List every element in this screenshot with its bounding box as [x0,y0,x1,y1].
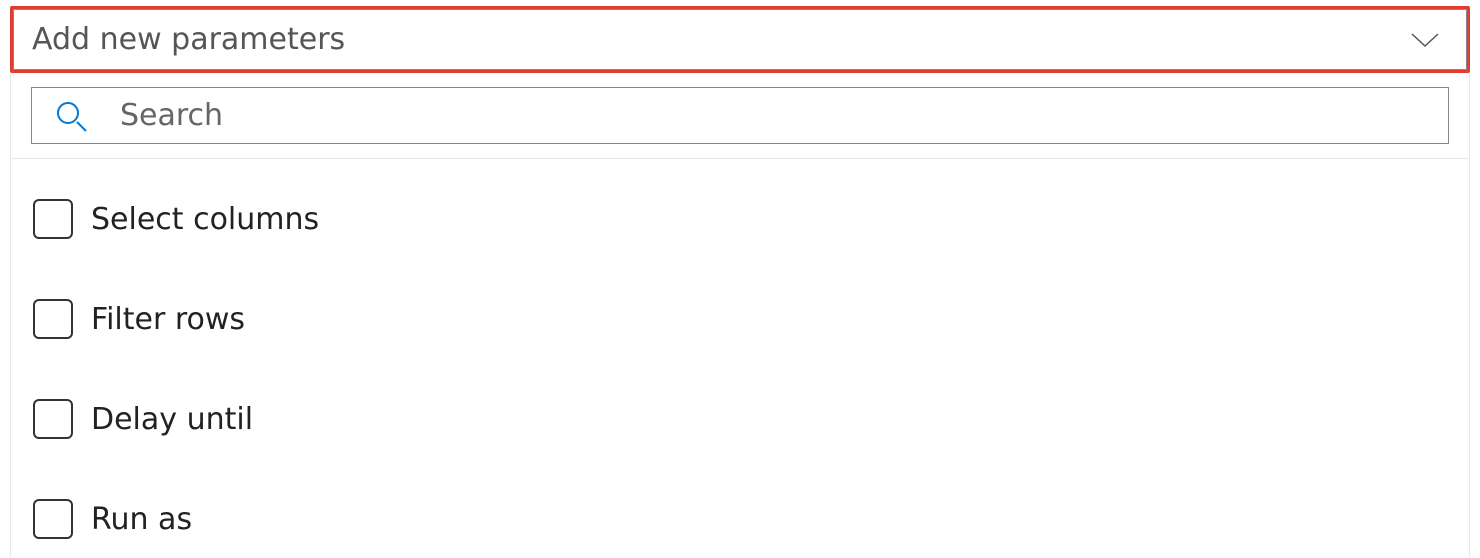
option-filter-rows[interactable]: Filter rows [31,287,1449,351]
add-new-parameters-dropdown[interactable]: Add new parameters [13,9,1467,70]
option-label: Run as [91,502,192,537]
option-list: Select columns Filter rows Delay until R… [31,169,1449,551]
option-select-columns[interactable]: Select columns [31,187,1449,251]
add-new-parameters-dropdown-highlight: Add new parameters [10,6,1470,73]
checkbox-filter-rows[interactable] [33,299,73,339]
checkbox-select-columns[interactable] [33,199,73,239]
search-box[interactable] [31,87,1449,144]
option-label: Select columns [91,202,319,237]
search-input[interactable] [120,98,1426,133]
search-icon [54,99,88,133]
checkbox-run-as[interactable] [33,499,73,539]
option-run-as[interactable]: Run as [31,487,1449,551]
parameters-dropdown-container: Add new parameters Select columns [0,6,1480,558]
option-label: Delay until [91,402,253,437]
chevron-down-icon [1408,23,1442,57]
panel-divider [11,158,1469,159]
checkbox-delay-until[interactable] [33,399,73,439]
option-label: Filter rows [91,302,245,337]
dropdown-placeholder-text: Add new parameters [32,22,345,57]
dropdown-panel: Select columns Filter rows Delay until R… [10,73,1470,557]
option-delay-until[interactable]: Delay until [31,387,1449,451]
